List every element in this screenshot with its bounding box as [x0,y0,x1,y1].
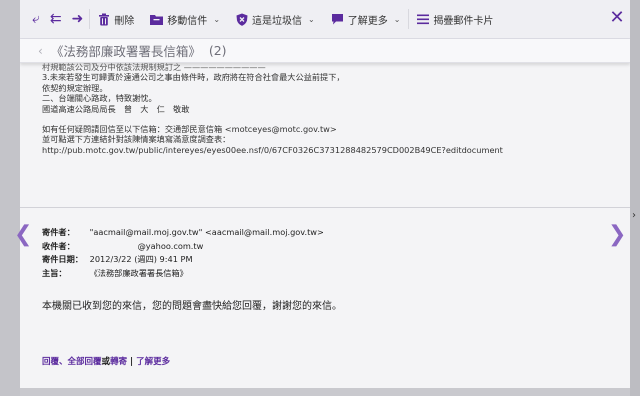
date-value: 2012/3/22 (週四) 9:41 PM [89,254,193,264]
to-value[interactable]: @yahoo.com.tw [90,241,204,251]
delete-label: 刪除 [114,15,135,27]
reply-link[interactable]: 回覆 [42,357,59,367]
separator: 、 [59,357,68,367]
quoted-line: 二、台端關心路政，特致謝忱。 [42,93,157,104]
more-label: 了解更多 [347,15,388,27]
reply-all-link[interactable]: 全部回覆 [68,357,102,367]
or-text: 或 [101,357,111,367]
message-divider [20,207,630,208]
previous-message-arrow[interactable]: ❮ [14,222,32,247]
folder-icon [150,15,164,25]
list-icon [417,14,430,24]
reply-icon: ⤶ [32,11,40,27]
quoted-message: 村規範該公司及分中依該法規制規訂之 —————————— 3.未來若發生可歸責於… [42,62,602,155]
from-value[interactable]: "aacmail@mail.moj.gov.tw" <aacmail@mail.… [90,227,324,237]
forward-icon: ➜ [71,11,84,27]
right-background [630,0,640,396]
spam-label: 這是垃圾信 [252,15,303,27]
speech-bubble-icon [331,14,343,25]
move-label: 移動信件 [167,15,208,27]
delete-button[interactable]: 刪除 [90,5,142,33]
subject-label: 主旨： [42,267,67,278]
forward-button[interactable]: ➜ [67,5,90,33]
quoted-link[interactable]: http://pub.motc.gov.tw/public/intereyes/… [42,145,602,155]
reply-button[interactable]: ⤶ [20,5,45,33]
left-background [0,0,20,396]
date-label: 寄件日期： [42,254,83,264]
chevron-down-icon: ⌄ [213,14,221,24]
quoted-line: 如有任何疑問請回信至以下信箱：交通部民意信箱 <motceyes@motc.go… [42,124,337,135]
chevron-down-icon: ⌄ [393,14,401,24]
chevron-down-icon: ⌄ [308,14,315,24]
toolbar: ⤶ ⇇ ➜ 刪除 移動信件 ⌄ 這是垃圾信 ⌄ 了解更多 ⌄ 揭疊郵件卡片 ✕ [20,0,630,39]
shield-icon [236,13,248,26]
message-count: (2) [208,43,227,58]
quoted-line: 國道高速公路局局長 曾 大 仁 敬敢 [42,103,190,114]
close-icon[interactable]: ✕ [608,8,626,28]
chevron-left-icon[interactable]: ‹ [38,44,43,58]
reply-all-button[interactable]: ⇇ [45,5,67,33]
next-message-arrow[interactable]: ❯ [608,222,626,247]
date-row: 寄件日期： 2012/3/22 (週四) 9:41 PM [42,253,324,267]
conversation-title: 《法務部廉政署署長信箱》 [50,44,201,59]
forward-link[interactable]: 轉寄 [110,357,127,367]
subject-row: 主旨： 《法務部廉政署署長信箱》 [42,267,324,281]
message-panel: ⤶ ⇇ ➜ 刪除 移動信件 ⌄ 這是垃圾信 ⌄ 了解更多 ⌄ 揭疊郵件卡片 ✕ … [20,0,630,388]
from-label: 寄件者： [42,227,75,237]
message-headers: 寄件者： "aacmail@mail.moj.gov.tw" <aacmail@… [42,226,324,280]
quoted-line: 並可點選下方連結針對該陳情案填寫滿意度調查表： [42,134,231,145]
message-actions: 回覆、全部回覆或轉寄 | 了解更多 [42,355,170,367]
trash-icon [99,13,110,25]
chevron-right-icon[interactable]: › [632,210,636,221]
reply-all-icon: ⇇ [49,11,62,27]
from-row: 寄件者： "aacmail@mail.moj.gov.tw" <aacmail@… [42,226,324,240]
spam-button[interactable]: 這是垃圾信 ⌄ [228,5,323,33]
subject-value: 《法務部廉政署署長信箱》 [89,267,188,278]
quoted-line: 依契約規定辦理。 [42,82,108,93]
more-button[interactable]: 了解更多 ⌄ [323,5,409,33]
to-row: 收件者： @yahoo.com.tw [42,240,324,254]
quoted-line: 村規範該公司及分中依該法規制規訂之 —————————— [42,62,266,72]
message-body: 本機關已收到您的來信，您的問題會盡快給您回覆，謝謝您的來信。 [42,301,342,312]
stack-cards-label: 揭疊郵件卡片 [433,15,494,27]
subject-bar: ‹ 《法務部廉政署署長信箱》 (2) [20,39,630,63]
learn-more-link[interactable]: 了解更多 [136,357,170,367]
quoted-line: 3.未來若發生可歸責於遠通公司之事由條件時，政府將在符合社會最大公益前提下， [42,72,345,83]
move-button[interactable]: 移動信件 ⌄ [142,5,228,33]
separator: | [127,357,137,367]
stack-cards-button[interactable]: 揭疊郵件卡片 [409,5,501,33]
to-label: 收件者： [42,240,75,251]
